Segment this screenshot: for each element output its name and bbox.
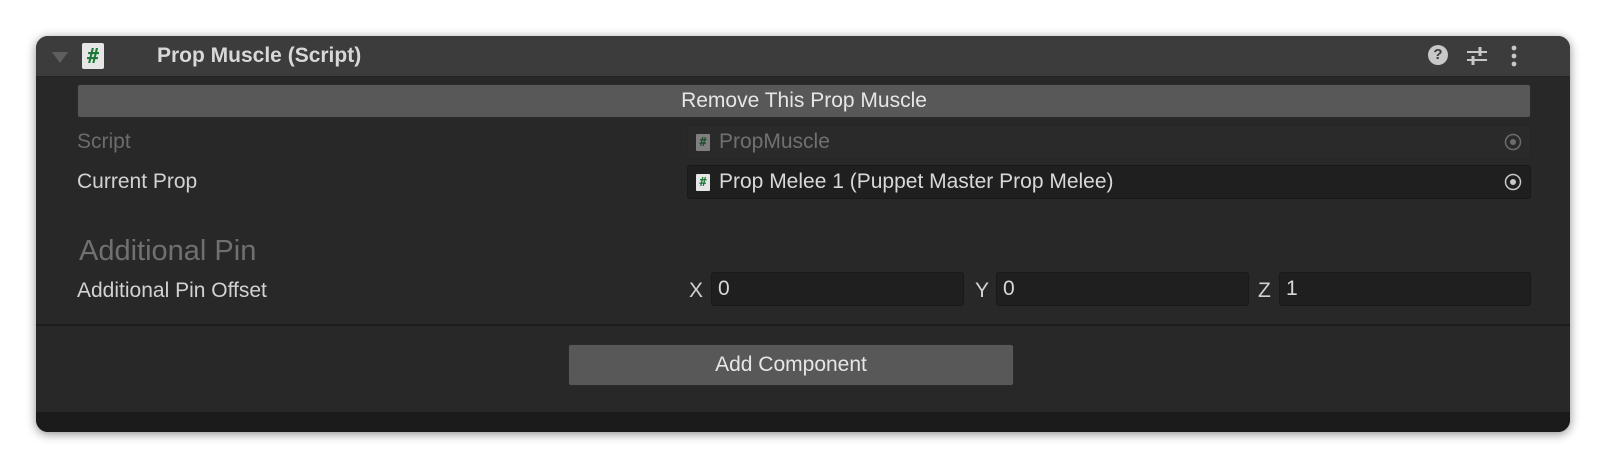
current-prop-label: Current Prop <box>77 170 198 193</box>
current-prop-value: Prop Melee 1 (Puppet Master Prop Melee) <box>719 170 1114 193</box>
inspector-bottom-strip <box>36 412 1570 432</box>
presets-icon[interactable] <box>1466 45 1488 67</box>
inspector-panel: # Prop Muscle (Script) ? Remove This Pro… <box>36 36 1570 432</box>
foldout-arrow-icon[interactable] <box>52 52 68 63</box>
remove-prop-muscle-button[interactable]: Remove This Prop Muscle <box>77 84 1531 118</box>
component-header[interactable]: # Prop Muscle (Script) ? <box>36 36 1570 77</box>
script-field: # PropMuscle <box>687 125 1531 159</box>
component-separator <box>36 324 1570 326</box>
component-title: Prop Muscle (Script) <box>157 44 362 67</box>
add-component-button[interactable]: Add Component <box>568 344 1014 386</box>
current-prop-field[interactable]: # Prop Melee 1 (Puppet Master Prop Melee… <box>687 165 1531 199</box>
x-axis-label[interactable]: X <box>689 278 703 304</box>
offset-y-field[interactable]: 0 <box>996 272 1249 306</box>
additional-pin-offset-label: Additional Pin Offset <box>77 279 267 302</box>
script-file-icon: # <box>696 134 710 151</box>
object-picker-icon <box>1504 133 1522 151</box>
script-file-icon: # <box>696 174 710 191</box>
object-picker-icon[interactable] <box>1504 173 1522 191</box>
offset-z-field[interactable]: 1 <box>1279 272 1531 306</box>
csharp-script-icon: # <box>82 43 104 69</box>
help-icon[interactable]: ? <box>1428 45 1448 65</box>
script-label: Script <box>77 130 131 153</box>
script-field-value: PropMuscle <box>719 130 830 153</box>
kebab-menu-icon[interactable] <box>1506 43 1522 69</box>
additional-pin-heading: Additional Pin <box>79 235 257 267</box>
z-axis-label[interactable]: Z <box>1258 278 1271 304</box>
y-axis-label[interactable]: Y <box>975 278 989 304</box>
offset-x-field[interactable]: 0 <box>711 272 964 306</box>
